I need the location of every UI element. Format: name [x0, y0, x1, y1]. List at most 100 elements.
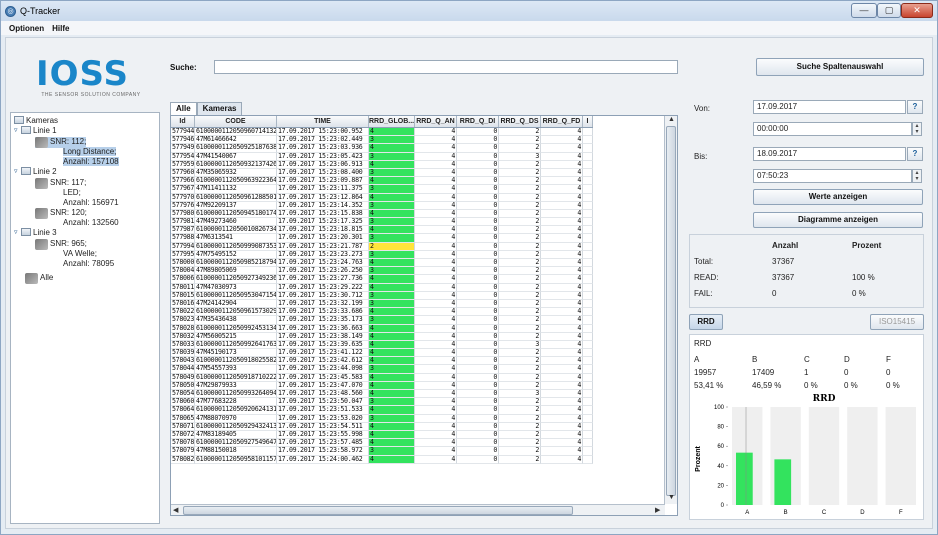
column-header[interactable]: RRD_Q_AN [415, 116, 457, 127]
tree-camera-node[interactable]: Alle [25, 273, 53, 284]
table-row[interactable]: 577954 47M41540067 17.09.2017 15:23:05.423… [171, 152, 593, 161]
from-date-field[interactable]: 17.09.2017 [753, 100, 906, 114]
table-row[interactable]: 577946 47M61466642 17.09.2017 15:23:02.449… [171, 136, 593, 145]
title-bar[interactable]: ◎ Q-Tracker — ▢ ✕ [1, 1, 937, 21]
scroll-thumb[interactable] [666, 126, 676, 496]
tree-line-node[interactable]: ▿ Linie 2 [14, 167, 57, 176]
table-row[interactable]: 577995 47M75495152 17.09.2017 15:23:23.273… [171, 250, 593, 259]
column-header[interactable]: CODE [195, 116, 277, 127]
table-row[interactable]: 578006 6100000112050927349236 17.09.2017 1… [171, 275, 593, 284]
column-header[interactable]: Id [171, 116, 195, 127]
show-values-button[interactable]: Werte anzeigen [753, 189, 923, 205]
table-row[interactable]: 578043 6100000112050918025582 17.09.2017 1… [171, 357, 593, 366]
table-row[interactable]: 578000 6100000112050985218794 17.09.2017 1… [171, 259, 593, 268]
column-header[interactable]: RRD_Q_DS [499, 116, 541, 127]
tree-node-detail[interactable]: Anzahl: 132560 [63, 218, 119, 227]
vertical-scrollbar[interactable]: ▲ ▼ [664, 116, 677, 504]
scroll-right-icon[interactable]: ▶ [655, 506, 660, 514]
table-row[interactable]: 577970 6100000112050961288501 17.09.2017 1… [171, 193, 593, 202]
table-row[interactable]: 577966 6100000112050963922364 17.09.2017 1… [171, 177, 593, 186]
tree-node-detail[interactable]: Long Distance; [63, 147, 117, 156]
table-cell: 577980 [171, 209, 195, 219]
table-row[interactable]: 577980 6100000112050945180174 17.09.2017 1… [171, 209, 593, 219]
table-row[interactable]: 577967 47M11411132 17.09.2017 15:23:11.375… [171, 185, 593, 194]
table-row[interactable]: 578079 47M88150018 17.09.2017 15:23:58.972… [171, 447, 593, 456]
table-cell: 0 [457, 455, 499, 464]
to-time-spinner[interactable]: ▴ ▾ [912, 169, 922, 183]
minimize-button[interactable]: — [851, 3, 877, 18]
column-header[interactable]: RRD_GLOB... [369, 116, 415, 127]
expand-icon[interactable]: ▿ [14, 228, 21, 236]
table-cell-empty [583, 209, 593, 219]
tab-rrd[interactable]: RRD [689, 314, 723, 330]
table-row[interactable]: 577981 47M49273460 17.09.2017 15:23:17.325… [171, 218, 593, 227]
table-row[interactable]: 578044 47M54557393 17.09.2017 15:23:44.098… [171, 365, 593, 374]
table-row[interactable]: 578078 6100000112050927549647 17.09.2017 1… [171, 439, 593, 448]
table-row[interactable]: 578065 47M88070970 17.09.2017 15:23:53.020… [171, 414, 593, 423]
table-row[interactable]: 578049 6100000112050918710222 17.09.2017 1… [171, 373, 593, 382]
table-row[interactable]: 578032 47M56005215 17.09.2017 15:23:38.149… [171, 332, 593, 341]
column-header[interactable]: RRD_Q_FD [541, 116, 583, 127]
tree-node-detail[interactable]: Anzahl: 156971 [63, 198, 119, 207]
table-row[interactable]: 577960 47M35065932 17.09.2017 15:23:08.400… [171, 168, 593, 178]
table-row[interactable]: 578015 6100000112050953047154 17.09.2017 1… [171, 291, 593, 300]
table-row[interactable]: 577988 47M6313541 17.09.2017 15:23:20.301 3… [171, 234, 593, 243]
table-row[interactable]: 578071 6100000112050929432413 17.09.2017 1… [171, 422, 593, 431]
table-row[interactable]: 578050 47M29879933 17.09.2017 15:23:47.070… [171, 381, 593, 390]
from-time-field[interactable]: 00:00:00 [753, 122, 912, 136]
table-row[interactable]: 578023 47M35436438 17.09.2017 15:23:35.173… [171, 316, 593, 325]
x-tick-label: A [745, 510, 749, 516]
expand-icon[interactable]: ▿ [14, 167, 21, 175]
tree-line-node[interactable]: ▿ Linie 1 [14, 126, 57, 135]
table-row[interactable]: 578072 47M83189405 17.09.2017 15:23:55.998… [171, 430, 593, 440]
from-time-spinner[interactable]: ▴ ▾ [912, 122, 922, 136]
table-row[interactable]: 578011 47M47030973 17.09.2017 15:23:29.222… [171, 283, 593, 292]
table-row[interactable]: 578039 47M45190173 17.09.2017 15:23:41.122… [171, 349, 593, 358]
show-charts-button[interactable]: Diagramme anzeigen [753, 212, 923, 228]
table-row[interactable]: 578028 6100000112050992453134 17.09.2017 1… [171, 324, 593, 333]
maximize-button[interactable]: ▢ [877, 3, 901, 18]
column-header[interactable]: I [583, 116, 593, 127]
table-row[interactable]: 578054 6100000112050993264094 17.09.2017 1… [171, 390, 593, 399]
table-row[interactable]: 578060 47M77683228 17.09.2017 15:23:50.047… [171, 398, 593, 407]
horizontal-scrollbar[interactable]: ◀ ▶ [171, 504, 665, 515]
scroll-left-icon[interactable]: ◀ [173, 506, 178, 514]
expand-icon[interactable]: ▿ [14, 126, 21, 134]
tree-node-detail[interactable]: Anzahl: 78095 [63, 259, 114, 268]
tree-root[interactable]: Kameras [14, 116, 58, 125]
scroll-up-icon[interactable]: ▲ [668, 116, 675, 123]
table-row[interactable]: 578004 47M89805069 17.09.2017 15:23:26.250… [171, 267, 593, 276]
table-row[interactable]: 578022 6100000112050961573029 17.09.2017 1… [171, 308, 593, 317]
table-row[interactable]: 578082 6100000112050958101157 17.09.2017 1… [171, 455, 593, 464]
scroll-down-icon[interactable]: ▼ [668, 494, 675, 501]
to-time-field[interactable]: 07:50:23 [753, 169, 912, 183]
table-cell: 4 [541, 144, 583, 153]
table-row[interactable]: 578064 6100000112050920624131 17.09.2017 1… [171, 406, 593, 415]
tree-node-detail[interactable]: Anzahl: 157108 [63, 157, 119, 166]
tree-node-detail[interactable]: LED; [63, 188, 81, 197]
tree-node-detail[interactable]: VA Welle; [63, 249, 97, 258]
menu-optionen[interactable]: Optionen [9, 24, 44, 33]
search-input[interactable] [214, 60, 678, 74]
column-header[interactable]: RRD_Q_DI [457, 116, 499, 127]
tab-alle[interactable]: Alle [170, 102, 197, 115]
table-row[interactable]: 577976 47M92209137 17.09.2017 15:23:14.352… [171, 201, 593, 210]
tree-line-node[interactable]: ▿ Linie 3 [14, 228, 57, 237]
close-button[interactable]: ✕ [901, 3, 933, 18]
to-date-picker-button[interactable]: ? [907, 147, 923, 161]
column-selection-button[interactable]: Suche Spaltenauswahl [756, 58, 924, 76]
table-row[interactable]: 577944 6100000112050960714132 17.09.2017 1… [171, 128, 593, 137]
table-row[interactable]: 577987 6100000112050010826734 17.09.2017 1… [171, 226, 593, 235]
tab-iso15415[interactable]: ISO15415 [870, 314, 924, 330]
from-date-picker-button[interactable]: ? [907, 100, 923, 114]
column-header[interactable]: TIME [277, 116, 369, 127]
hscroll-thumb[interactable] [183, 506, 573, 515]
menu-hilfe[interactable]: Hilfe [52, 24, 69, 33]
table-row[interactable]: 577949 6100000112050925187638 17.09.2017 1… [171, 144, 593, 153]
table-row[interactable]: 577994 6100000112050999087353 17.09.2017 1… [171, 242, 593, 251]
tab-kameras[interactable]: Kameras [196, 102, 243, 115]
table-row[interactable]: 578016 47M24142904 17.09.2017 15:23:32.199… [171, 299, 593, 309]
table-row[interactable]: 578033 6100000112050992641763 17.09.2017 1… [171, 340, 593, 350]
to-date-field[interactable]: 18.09.2017 [753, 147, 906, 161]
table-row[interactable]: 577959 6100000112050932137426 17.09.2017 1… [171, 160, 593, 169]
